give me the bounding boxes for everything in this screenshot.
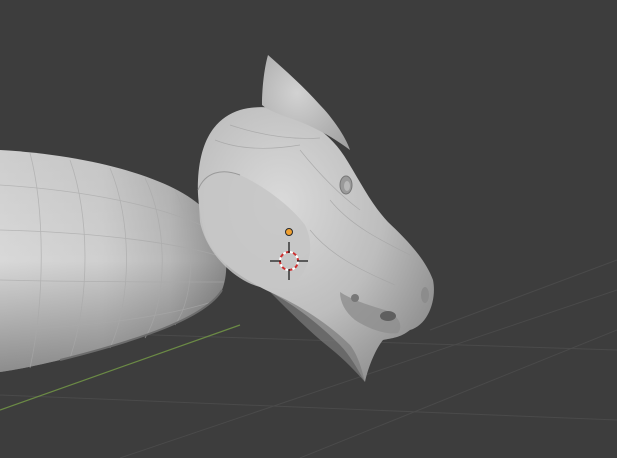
body-mesh[interactable]: [0, 150, 227, 372]
nostril: [421, 287, 429, 303]
mouth-hole: [380, 311, 396, 321]
3d-viewport[interactable]: [0, 0, 617, 458]
object-origin-icon[interactable]: [285, 228, 293, 236]
head-mesh[interactable]: [197, 55, 434, 383]
